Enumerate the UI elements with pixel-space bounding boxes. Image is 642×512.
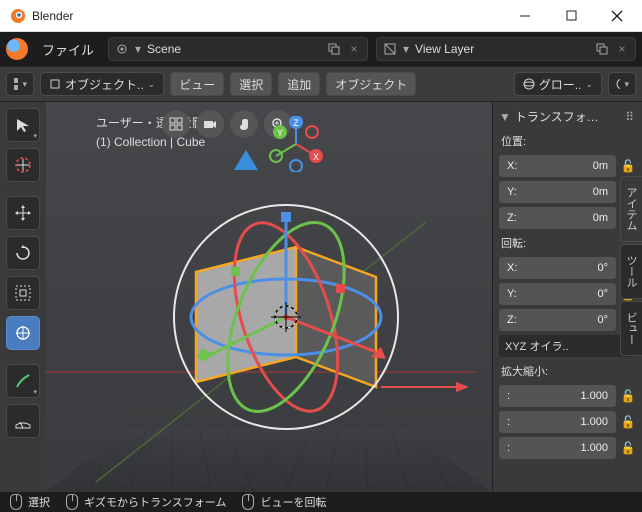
globe-icon (523, 78, 535, 90)
lock-icon[interactable]: 🔓 (620, 385, 636, 407)
location-z-field[interactable]: Z:0m (499, 207, 616, 229)
scene-name: Scene (147, 42, 181, 56)
viewlayer-field[interactable]: ▾ View Layer × (376, 37, 636, 61)
tool-move[interactable] (6, 196, 40, 230)
svg-text:Y: Y (277, 128, 283, 138)
mouse-left-icon (66, 494, 78, 510)
lock-icon[interactable]: 🔓 (620, 437, 636, 459)
lock-icon[interactable]: 🔓 (620, 411, 636, 433)
tool-transform[interactable] (6, 316, 40, 350)
editor-type-dropdown[interactable]: ▾ (6, 72, 34, 96)
mouse-middle-icon (242, 494, 254, 510)
object-mode-icon (49, 78, 61, 90)
tab-item[interactable]: アイテム (620, 176, 642, 242)
pivot-icon (615, 77, 620, 91)
maximize-button[interactable] (548, 1, 594, 31)
panel-transform-header[interactable]: ▼ トランスフォ… ⠿ (499, 106, 636, 127)
rotation-y-field[interactable]: Y:0° (499, 283, 616, 305)
mouse-left-icon (10, 494, 22, 510)
new-scene-icon[interactable] (327, 42, 341, 56)
menu-view[interactable]: ビュー (170, 72, 224, 96)
panel-transform-title: トランスフォ… (515, 108, 599, 125)
menu-add[interactable]: 追加 (278, 72, 320, 96)
scale-z-field[interactable]: :1.000 (499, 437, 616, 459)
camera-indicator-icon (234, 150, 258, 170)
panel-options-icon[interactable]: ⠿ (625, 110, 636, 124)
scene-icon (115, 42, 129, 56)
rotation-label: 回転: (499, 233, 636, 253)
tool-cursor[interactable] (6, 148, 40, 182)
viewport-scene (46, 102, 476, 482)
statusbar: 選択 ギズモからトランスフォーム ビューを回転 (0, 492, 642, 512)
location-label: 位置: (499, 131, 636, 151)
editor-header: ▾ オブジェクト.. ⌄ ビュー 選択 追加 オブジェクト グロー.. ⌄ ▾ (0, 66, 642, 102)
new-viewlayer-icon[interactable] (595, 42, 609, 56)
rotation-mode-dropdown[interactable]: XYZ オイラ..⌄ (499, 335, 636, 357)
menu-object[interactable]: オブジェクト (326, 72, 416, 96)
close-button[interactable] (594, 1, 640, 31)
scene-field[interactable]: ▾ Scene × (108, 37, 368, 61)
mode-dropdown[interactable]: オブジェクト.. ⌄ (40, 72, 164, 96)
n-panel-tabs: アイテム ツール ビュー (620, 176, 642, 356)
minimize-button[interactable] (502, 1, 548, 31)
location-y-field[interactable]: Y:0m (499, 181, 616, 203)
window-title: Blender (32, 9, 73, 23)
menu-select[interactable]: 選択 (230, 72, 272, 96)
rotation-z-field[interactable]: Z:0° (499, 309, 616, 331)
orientation-dropdown[interactable]: グロー.. ⌄ (514, 72, 602, 96)
grid-icon (13, 77, 18, 91)
left-toolbar: ▾ ▾ (0, 102, 46, 492)
main-area: ▾ ▾ ユーザー・透視投影 (1) Collection | Cube (0, 102, 642, 492)
status-gizmo: ギズモからトランスフォーム (66, 494, 226, 510)
disclosure-triangle-icon: ▼ (499, 110, 511, 124)
camera-view-icon[interactable] (196, 110, 224, 138)
topbar: ファイル ▾ Scene × ▾ View Layer × (0, 32, 642, 66)
location-x-field[interactable]: X:0m (499, 155, 616, 177)
tab-tool[interactable]: ツール (620, 244, 642, 299)
status-rotate: ビューを回転 (242, 494, 326, 510)
mode-label: オブジェクト.. (65, 76, 144, 93)
rotation-x-field[interactable]: X:0° (499, 257, 616, 279)
orientation-label: グロー.. (539, 76, 582, 93)
lock-icon[interactable]: 🔓 (620, 155, 636, 177)
tool-measure[interactable] (6, 404, 40, 438)
blender-logo-icon[interactable] (6, 38, 28, 60)
chevron-down-icon: ▾ (403, 42, 409, 56)
overlay-wireframe-icon[interactable] (162, 110, 190, 138)
scale-label: 拡大縮小: (499, 361, 636, 381)
window-titlebar: Blender (0, 0, 642, 32)
delete-scene-icon[interactable]: × (347, 42, 361, 56)
tool-annotate[interactable]: ▾ (6, 364, 40, 398)
menu-file[interactable]: ファイル (36, 36, 100, 63)
chevron-down-icon: ▾ (135, 42, 141, 56)
svg-text:X: X (313, 152, 319, 162)
svg-text:Z: Z (293, 118, 299, 128)
viewlayer-icon (383, 42, 397, 56)
3d-viewport[interactable]: ユーザー・透視投影 (1) Collection | Cube X Y Z (46, 102, 492, 492)
app-icon (10, 8, 26, 24)
tab-view[interactable]: ビュー (620, 301, 642, 356)
pan-icon[interactable] (230, 110, 258, 138)
scale-x-field[interactable]: :1.000 (499, 385, 616, 407)
scale-y-field[interactable]: :1.000 (499, 411, 616, 433)
axis-gizmo[interactable]: X Y Z (268, 116, 324, 172)
delete-viewlayer-icon[interactable]: × (615, 42, 629, 56)
tool-select-box[interactable]: ▾ (6, 108, 40, 142)
tool-rotate[interactable] (6, 236, 40, 270)
status-select: 選択 (10, 494, 50, 510)
tool-scale[interactable] (6, 276, 40, 310)
pivot-dropdown[interactable]: ▾ (608, 72, 636, 96)
viewlayer-name: View Layer (415, 42, 474, 56)
